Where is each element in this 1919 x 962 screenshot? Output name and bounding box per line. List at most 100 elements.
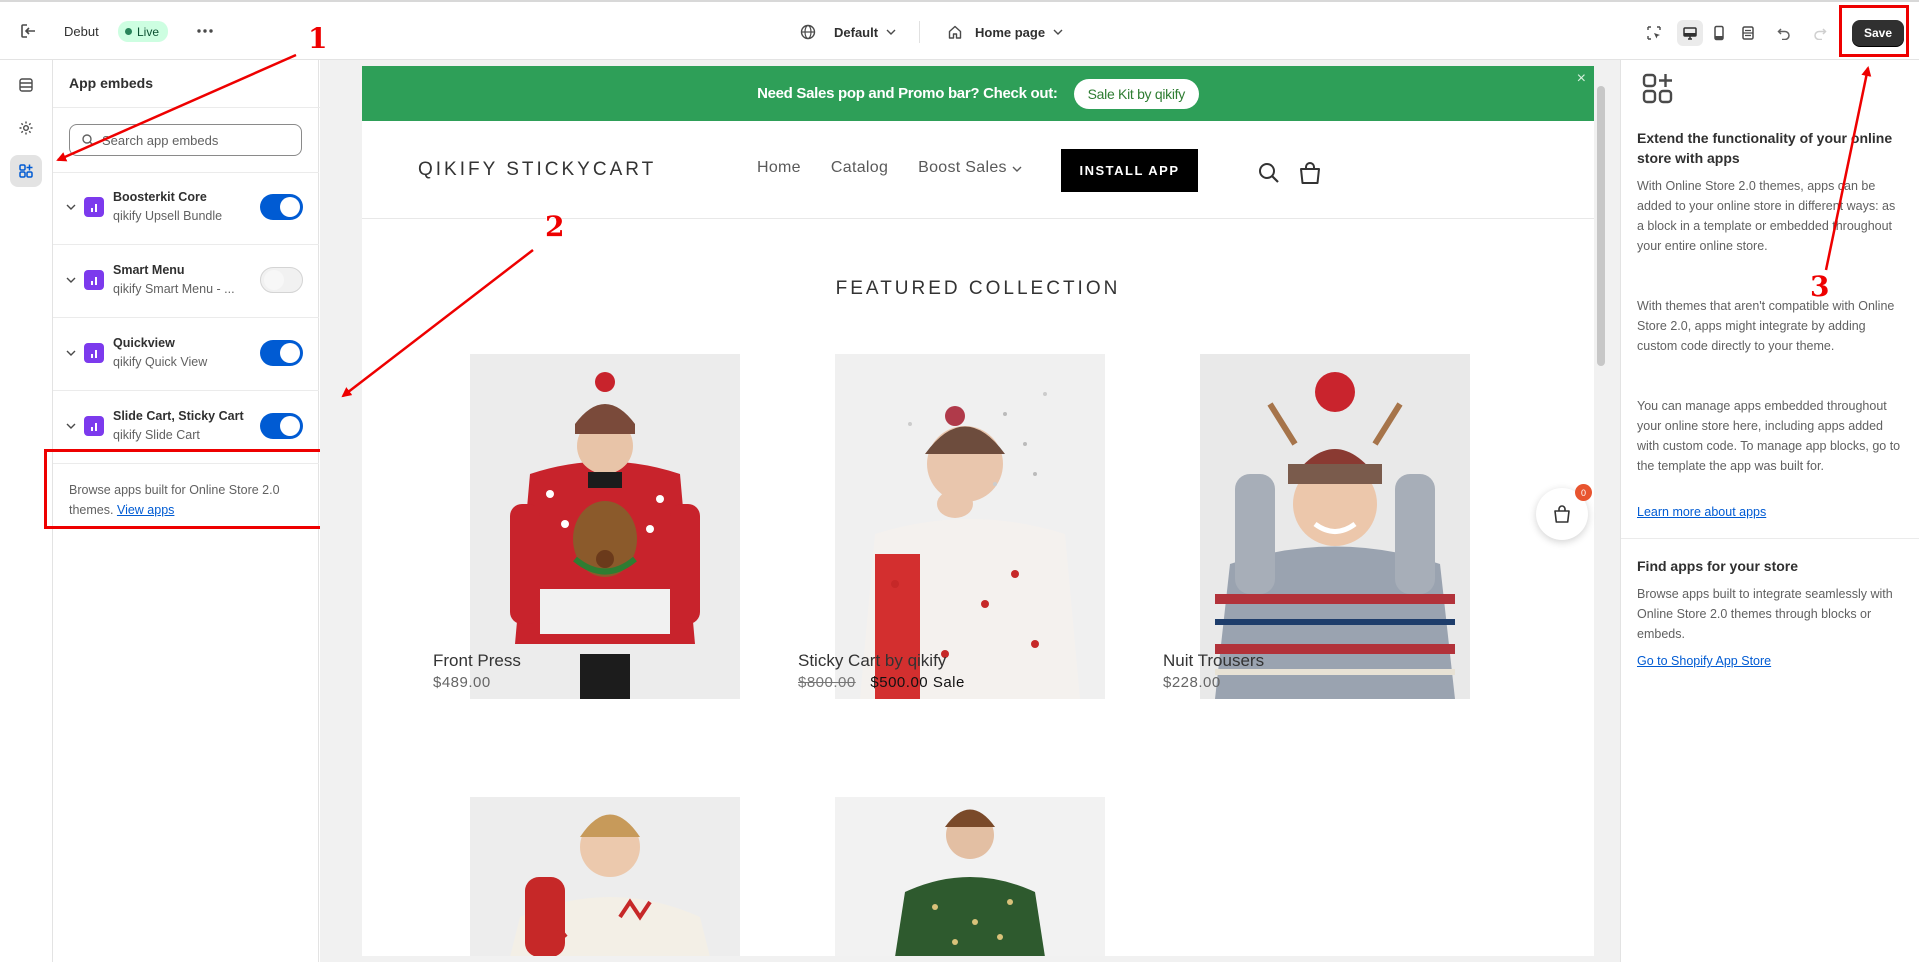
promo-text: Need Sales pop and Promo bar? Check out: — [757, 85, 1058, 102]
price-value: $228.00 — [1163, 674, 1221, 691]
shopping-bag-icon — [1554, 505, 1570, 523]
info-subtitle: Find apps for your store — [1637, 558, 1799, 574]
info-paragraph: With Online Store 2.0 themes, apps can b… — [1637, 179, 1896, 253]
embed-name: Slide Cart, Sticky Cart — [113, 409, 244, 423]
app-logo-icon — [84, 270, 104, 290]
store-header: QIKIFY STICKYCART Home Catalog Boost Sal… — [362, 121, 1594, 219]
close-icon[interactable]: × — [1577, 70, 1586, 88]
view-apps-link[interactable]: View apps — [117, 503, 174, 517]
embed-app: qikify Quick View — [113, 355, 208, 369]
embed-toggle[interactable] — [260, 413, 303, 439]
embed-app: qikify Upsell Bundle — [113, 209, 223, 223]
embed-item[interactable]: Boosterkit Core qikify Upsell Bundle — [53, 172, 319, 244]
promo-button[interactable]: Sale Kit by qikify — [1073, 78, 1199, 109]
product-image[interactable] — [470, 797, 740, 956]
divider — [1621, 538, 1919, 539]
preview-scrollbar[interactable] — [1594, 66, 1608, 956]
store-logo[interactable]: QIKIFY STICKYCART — [418, 159, 656, 181]
mobile-view-icon[interactable] — [1706, 20, 1732, 46]
product-image[interactable] — [835, 797, 1105, 956]
embed-toggle[interactable] — [260, 267, 303, 293]
info-paragraph: Browse apps built to integrate seamlessl… — [1637, 587, 1893, 641]
product-name[interactable]: Front Press — [433, 651, 521, 671]
embed-app: qikify Smart Menu - ... — [113, 282, 235, 296]
original-price: $800.00 — [798, 674, 856, 691]
desktop-view-icon[interactable] — [1677, 20, 1703, 46]
annotation-highlight — [1839, 5, 1909, 57]
app-logo-icon — [84, 343, 104, 363]
store-nav: Home Catalog Boost Sales — [757, 159, 1022, 177]
chevron-down-icon[interactable] — [63, 199, 79, 215]
annotation-number: 3 — [1810, 270, 1830, 303]
chevron-down-icon[interactable] — [63, 272, 79, 288]
sticky-cart-button[interactable]: 0 — [1536, 484, 1592, 540]
full-width-view-icon[interactable] — [1735, 20, 1761, 46]
panel-title: App embeds — [69, 75, 154, 91]
nav-boost-sales[interactable]: Boost Sales — [918, 159, 1022, 177]
more-actions-icon[interactable] — [192, 19, 218, 43]
embed-toggle[interactable] — [260, 194, 303, 220]
nav-home[interactable]: Home — [757, 159, 801, 177]
product-image[interactable] — [835, 354, 1105, 699]
theme-name: Debut — [64, 24, 99, 39]
product-name[interactable]: Sticky Cart by qikify — [798, 651, 946, 671]
top-bar: Debut Live Default Home page Save — [0, 0, 1919, 60]
chevron-down-icon — [886, 29, 896, 35]
sale-price: $500.00 — [870, 674, 929, 691]
product-price: $228.00 — [1163, 674, 1221, 691]
redo-icon[interactable] — [1807, 20, 1833, 46]
nav-catalog[interactable]: Catalog — [831, 159, 888, 177]
divider — [919, 21, 920, 43]
theme-selector[interactable]: Default — [800, 18, 896, 46]
sections-icon[interactable] — [10, 69, 42, 101]
product-image[interactable] — [1200, 354, 1470, 699]
browse-apps-text: Browse apps built for Online Store 2.0 t… — [69, 480, 309, 520]
app-embeds-icon[interactable] — [10, 155, 42, 187]
info-panel: Extend the functionality of your online … — [1620, 60, 1919, 962]
embed-name: Quickview — [113, 336, 175, 350]
search-input[interactable] — [102, 132, 282, 148]
page-selector[interactable]: Home page — [947, 18, 1063, 46]
install-app-button[interactable]: INSTALL APP — [1061, 149, 1198, 192]
undo-icon[interactable] — [1771, 20, 1797, 46]
embed-name: Smart Menu — [113, 263, 185, 277]
embed-toggle[interactable] — [260, 340, 303, 366]
price-value: $489.00 — [433, 674, 491, 691]
product-image[interactable] — [470, 354, 740, 699]
toggle-knob — [264, 270, 284, 290]
apps-icon — [1641, 72, 1675, 111]
embed-item[interactable]: Quickview qikify Quick View — [53, 318, 319, 390]
product-name[interactable]: Nuit Trousers — [1163, 651, 1264, 671]
cart-count-badge: 0 — [1575, 484, 1592, 501]
app-store-link[interactable]: Go to Shopify App Store — [1637, 654, 1771, 668]
promo-bar: Need Sales pop and Promo bar? Check out:… — [362, 66, 1594, 121]
nav-boost-sales-label: Boost Sales — [918, 159, 1007, 176]
page-select-label: Home page — [975, 24, 1046, 40]
app-embeds-panel: App embeds Boosterkit Core qikify Upsell… — [44, 60, 336, 962]
theme-select-label: Default — [834, 24, 879, 40]
store-preview: Need Sales pop and Promo bar? Check out:… — [362, 66, 1594, 956]
divider — [53, 107, 336, 108]
chevron-down-icon[interactable] — [63, 345, 79, 361]
annotation-number: 1 — [308, 22, 328, 55]
scroll-thumb[interactable] — [1597, 86, 1605, 366]
learn-more-link[interactable]: Learn more about apps — [1637, 505, 1766, 519]
inspector-icon[interactable] — [1641, 20, 1667, 46]
embed-item[interactable]: Smart Menu qikify Smart Menu - ... — [53, 245, 319, 317]
product-price: $800.00 $500.00 Sale — [798, 674, 965, 691]
annotation-number: 2 — [545, 210, 565, 243]
chevron-down-icon — [1012, 166, 1022, 172]
theme-editor: Debut Live Default Home page Save App em… — [0, 0, 1919, 962]
exit-icon[interactable] — [16, 19, 40, 43]
toggle-knob — [280, 416, 300, 436]
live-badge: Live — [118, 21, 169, 42]
settings-icon[interactable] — [10, 112, 42, 144]
search-icon[interactable] — [1255, 159, 1283, 187]
toggle-knob — [280, 343, 300, 363]
info-paragraph: With themes that aren't compatible with … — [1637, 299, 1895, 353]
chevron-down-icon[interactable] — [63, 418, 79, 434]
home-icon — [948, 25, 962, 39]
search-box[interactable] — [69, 124, 302, 156]
info-title: Extend the functionality of your online … — [1637, 130, 1893, 166]
cart-icon[interactable] — [1296, 159, 1324, 187]
